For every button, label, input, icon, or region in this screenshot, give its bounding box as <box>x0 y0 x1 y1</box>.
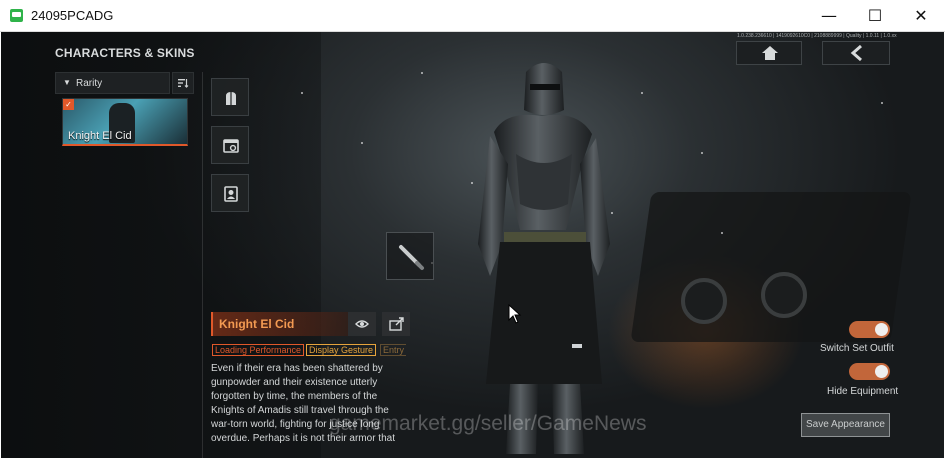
game-viewport: CHARACTERS & SKINS ▼ Rarity ✓ Knight El … <box>1 32 944 458</box>
wardrobe-icon <box>223 139 239 153</box>
page-title: CHARACTERS & SKINS <box>55 46 195 60</box>
mouse-cursor-icon <box>508 304 522 324</box>
maximize-button[interactable]: ☐ <box>852 0 898 32</box>
background-wheel <box>761 272 807 318</box>
skin-card-knight-el-cid[interactable]: ✓ Knight El Cid <box>62 98 188 146</box>
back-button[interactable] <box>822 41 890 65</box>
character-model <box>478 63 610 454</box>
eye-icon <box>355 320 369 328</box>
rarity-filter-dropdown[interactable]: ▼ Rarity <box>55 72 170 94</box>
hide-equipment-toggle[interactable] <box>849 363 890 380</box>
minimize-button[interactable]: — <box>806 0 852 32</box>
home-icon <box>762 46 778 60</box>
category-profile-button[interactable] <box>211 174 249 212</box>
panel-divider <box>202 72 203 458</box>
share-icon <box>389 317 404 331</box>
build-info-text: 1.0.238.236610 | 1419092610C0 | 21088899… <box>737 33 897 39</box>
rarity-filter-label: Rarity <box>76 78 103 89</box>
share-button[interactable] <box>382 312 410 336</box>
category-outfit-button[interactable] <box>211 78 249 116</box>
window-titlebar: 24095PCADG — ☐ ✕ <box>0 0 945 32</box>
tag-entry[interactable]: Entry <box>380 344 406 356</box>
weapon-slot-button[interactable] <box>386 232 434 280</box>
toggle-knob <box>875 365 888 378</box>
profile-card-icon <box>224 186 238 202</box>
close-button[interactable]: ✕ <box>898 0 944 32</box>
sort-icon <box>178 79 189 88</box>
knife-icon <box>399 245 424 270</box>
selected-check-icon: ✓ <box>63 99 74 110</box>
switch-set-outfit-label: Switch Set Outfit <box>820 343 894 354</box>
background-wheel <box>681 278 727 324</box>
switch-set-outfit-toggle[interactable] <box>849 321 890 338</box>
skin-name: Knight El Cid <box>219 317 295 331</box>
back-arrow-icon <box>850 44 862 62</box>
window-title: 24095PCADG <box>31 8 114 23</box>
toggle-knob <box>875 323 888 336</box>
tag-loading-performance[interactable]: Loading Performance <box>212 344 305 356</box>
app-icon <box>10 9 23 22</box>
hide-equipment-label: Hide Equipment <box>827 386 899 397</box>
skin-name-banner: Knight El Cid <box>211 312 348 336</box>
preview-button[interactable] <box>348 312 376 336</box>
category-wardrobe-button[interactable] <box>211 126 249 164</box>
caret-down-icon: ▼ <box>63 78 71 87</box>
save-appearance-button[interactable]: Save Appearance <box>801 413 890 437</box>
watermark-text: gamemarket.gg/seller/GameNews <box>329 412 647 435</box>
sort-button[interactable] <box>172 72 194 94</box>
tag-display-gesture[interactable]: Display Gesture <box>306 344 377 356</box>
outfit-icon <box>226 92 236 105</box>
home-button[interactable] <box>736 41 802 65</box>
background-truck <box>630 192 912 342</box>
skin-card-name: Knight El Cid <box>68 130 132 142</box>
